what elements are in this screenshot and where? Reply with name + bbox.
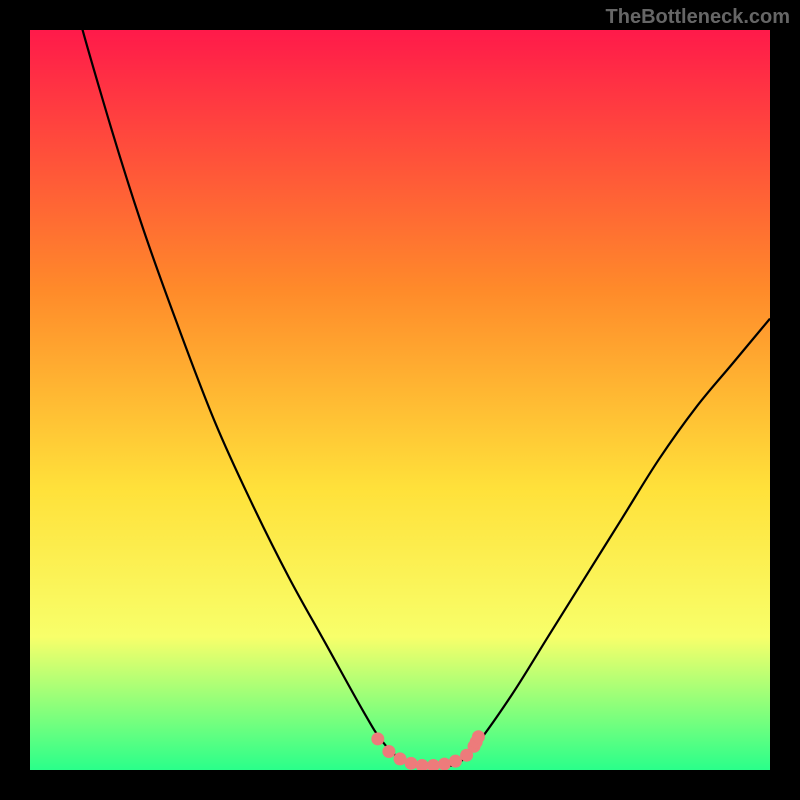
data-marker: [405, 757, 418, 770]
gradient-background: [30, 30, 770, 770]
data-marker: [371, 732, 384, 745]
watermark-text: TheBottleneck.com: [606, 6, 790, 29]
plot-area: [30, 30, 770, 770]
chart-svg: [30, 30, 770, 770]
data-marker: [382, 745, 395, 758]
data-marker: [472, 730, 485, 743]
chart-frame: TheBottleneck.com: [0, 0, 800, 800]
data-marker: [438, 758, 451, 770]
data-marker: [449, 755, 462, 768]
data-marker: [394, 752, 407, 765]
